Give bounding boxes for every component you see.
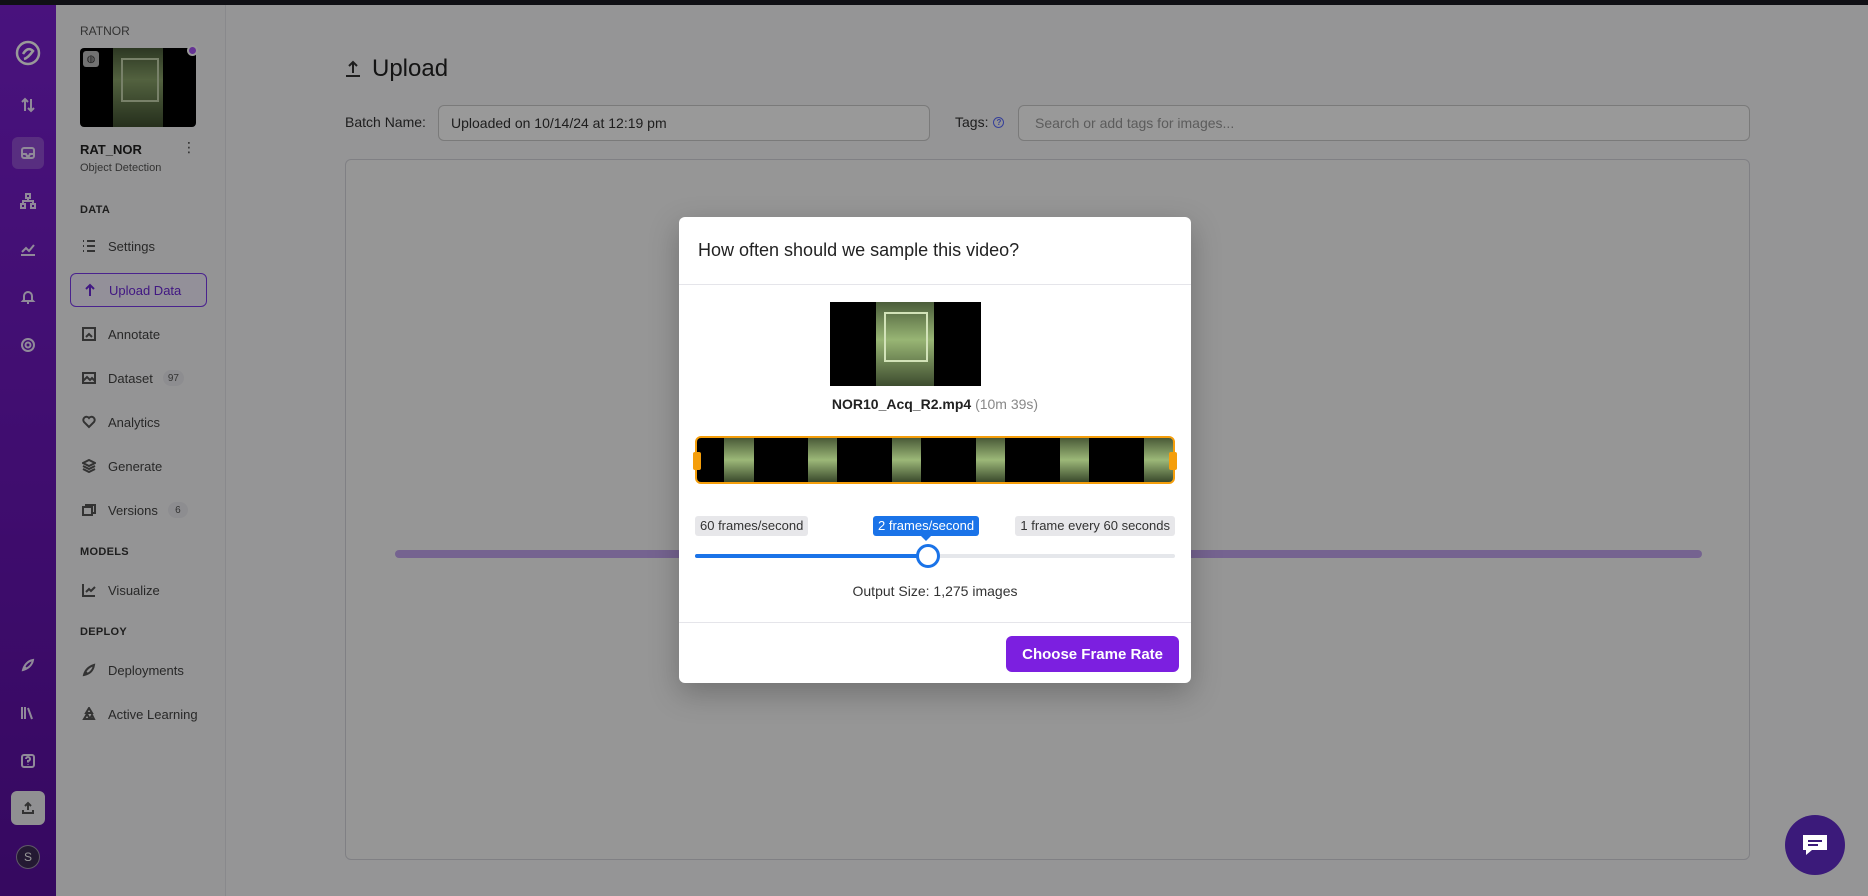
video-file-name: NOR10_Acq_R2.mp4 [831, 396, 972, 412]
chat-icon[interactable] [1785, 815, 1845, 875]
trim-start-handle[interactable] [693, 452, 701, 470]
slider-min-label: 60 frames/second [695, 516, 809, 536]
frame-rate-modal: How often should we sample this video? N… [679, 217, 1191, 683]
video-file-info: NOR10_Acq_R2.mp4 (10m 39s) [679, 396, 1191, 412]
slider-current-label: 2 frames/second [873, 516, 980, 541]
video-filmstrip[interactable] [695, 436, 1175, 484]
trim-end-handle[interactable] [1169, 452, 1177, 470]
slider-max-label: 1 frame every 60 seconds [1015, 516, 1175, 536]
output-size: Output Size: 1,275 images [852, 583, 1018, 599]
video-frame-image [876, 302, 934, 386]
video-thumbnail [830, 302, 981, 386]
choose-frame-rate-button[interactable]: Choose Frame Rate [1006, 636, 1179, 672]
modal-title: How often should we sample this video? [679, 217, 1191, 285]
modal-footer-divider [679, 622, 1191, 623]
video-duration: (10m 39s) [975, 396, 1039, 412]
slider-fill [695, 554, 928, 558]
frame-rate-slider-handle[interactable] [915, 544, 940, 568]
